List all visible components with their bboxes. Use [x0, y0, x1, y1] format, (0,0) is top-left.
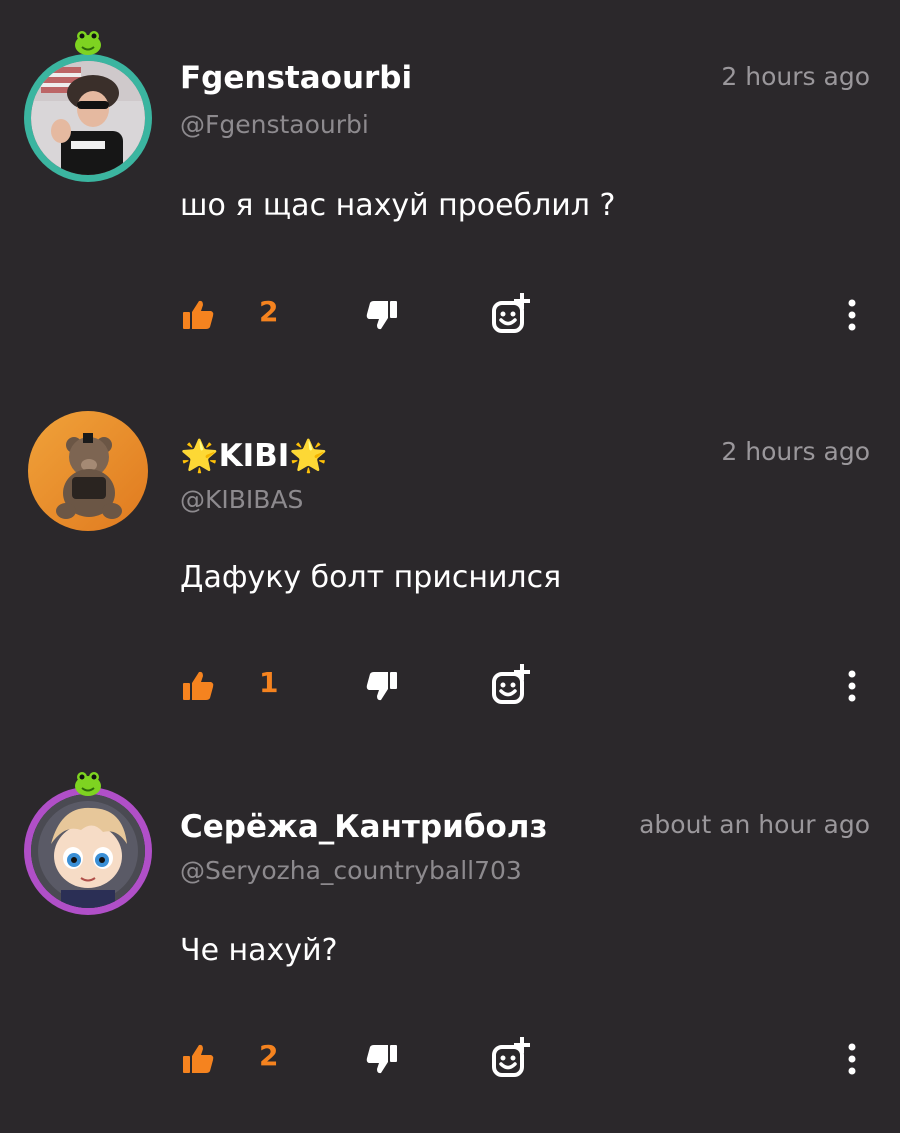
thumbs-down-icon[interactable] [364, 668, 400, 704]
thumbs-down-icon[interactable] [364, 297, 400, 333]
thumbs-up-icon[interactable] [180, 668, 216, 704]
anime-character-avatar [31, 794, 145, 908]
user-handle[interactable]: @Fgenstaourbi [180, 110, 369, 139]
user-photo-avatar [31, 61, 145, 175]
thumbs-down-icon[interactable] [364, 1041, 400, 1077]
add-emoji-icon[interactable] [490, 1035, 534, 1079]
thumbs-up-icon[interactable] [180, 297, 216, 333]
comment-item: Fgenstaourbi @Fgenstaourbi 2 hours ago ш… [0, 0, 900, 373]
user-handle[interactable]: @KIBIBAS [180, 485, 303, 514]
like-count: 1 [259, 666, 279, 699]
timestamp: about an hour ago [639, 810, 870, 839]
teddy-bear-avatar [28, 411, 148, 531]
like-count: 2 [259, 1039, 279, 1072]
avatar[interactable] [31, 794, 145, 908]
timestamp: 2 hours ago [721, 62, 870, 91]
timestamp: 2 hours ago [721, 437, 870, 466]
user-handle[interactable]: @Seryozha_countryball703 [180, 856, 522, 885]
comment-text: Дафуку болт приснился [180, 560, 562, 595]
comment-item: Серёжа_Кантриболз @Seryozha_countryball7… [0, 746, 900, 1119]
thumbs-up-icon[interactable] [180, 1041, 216, 1077]
avatar[interactable] [31, 61, 145, 175]
username[interactable]: Серёжа_Кантриболз [180, 809, 547, 845]
more-vertical-icon[interactable] [838, 1041, 866, 1077]
add-emoji-icon[interactable] [490, 291, 534, 335]
comment-item: 🌟KIBI🌟 @KIBIBAS 2 hours ago Дафуку болт … [0, 373, 900, 746]
username[interactable]: Fgenstaourbi [180, 60, 412, 96]
add-emoji-icon[interactable] [490, 662, 534, 706]
more-vertical-icon[interactable] [838, 297, 866, 333]
comment-actions: 1 [0, 664, 900, 706]
frog-badge-icon [73, 768, 103, 798]
comment-text: шо я щас нахуй проеблил ? [180, 188, 616, 223]
more-vertical-icon[interactable] [838, 668, 866, 704]
frog-badge-icon [73, 27, 103, 57]
like-count: 2 [259, 295, 279, 328]
comment-actions: 2 [0, 1037, 900, 1079]
comment-text: Че нахуй? [180, 933, 338, 968]
comment-actions: 2 [0, 293, 900, 335]
avatar[interactable] [28, 411, 148, 531]
username[interactable]: 🌟KIBI🌟 [180, 437, 328, 474]
comment-feed: Fgenstaourbi @Fgenstaourbi 2 hours ago ш… [0, 0, 900, 1133]
